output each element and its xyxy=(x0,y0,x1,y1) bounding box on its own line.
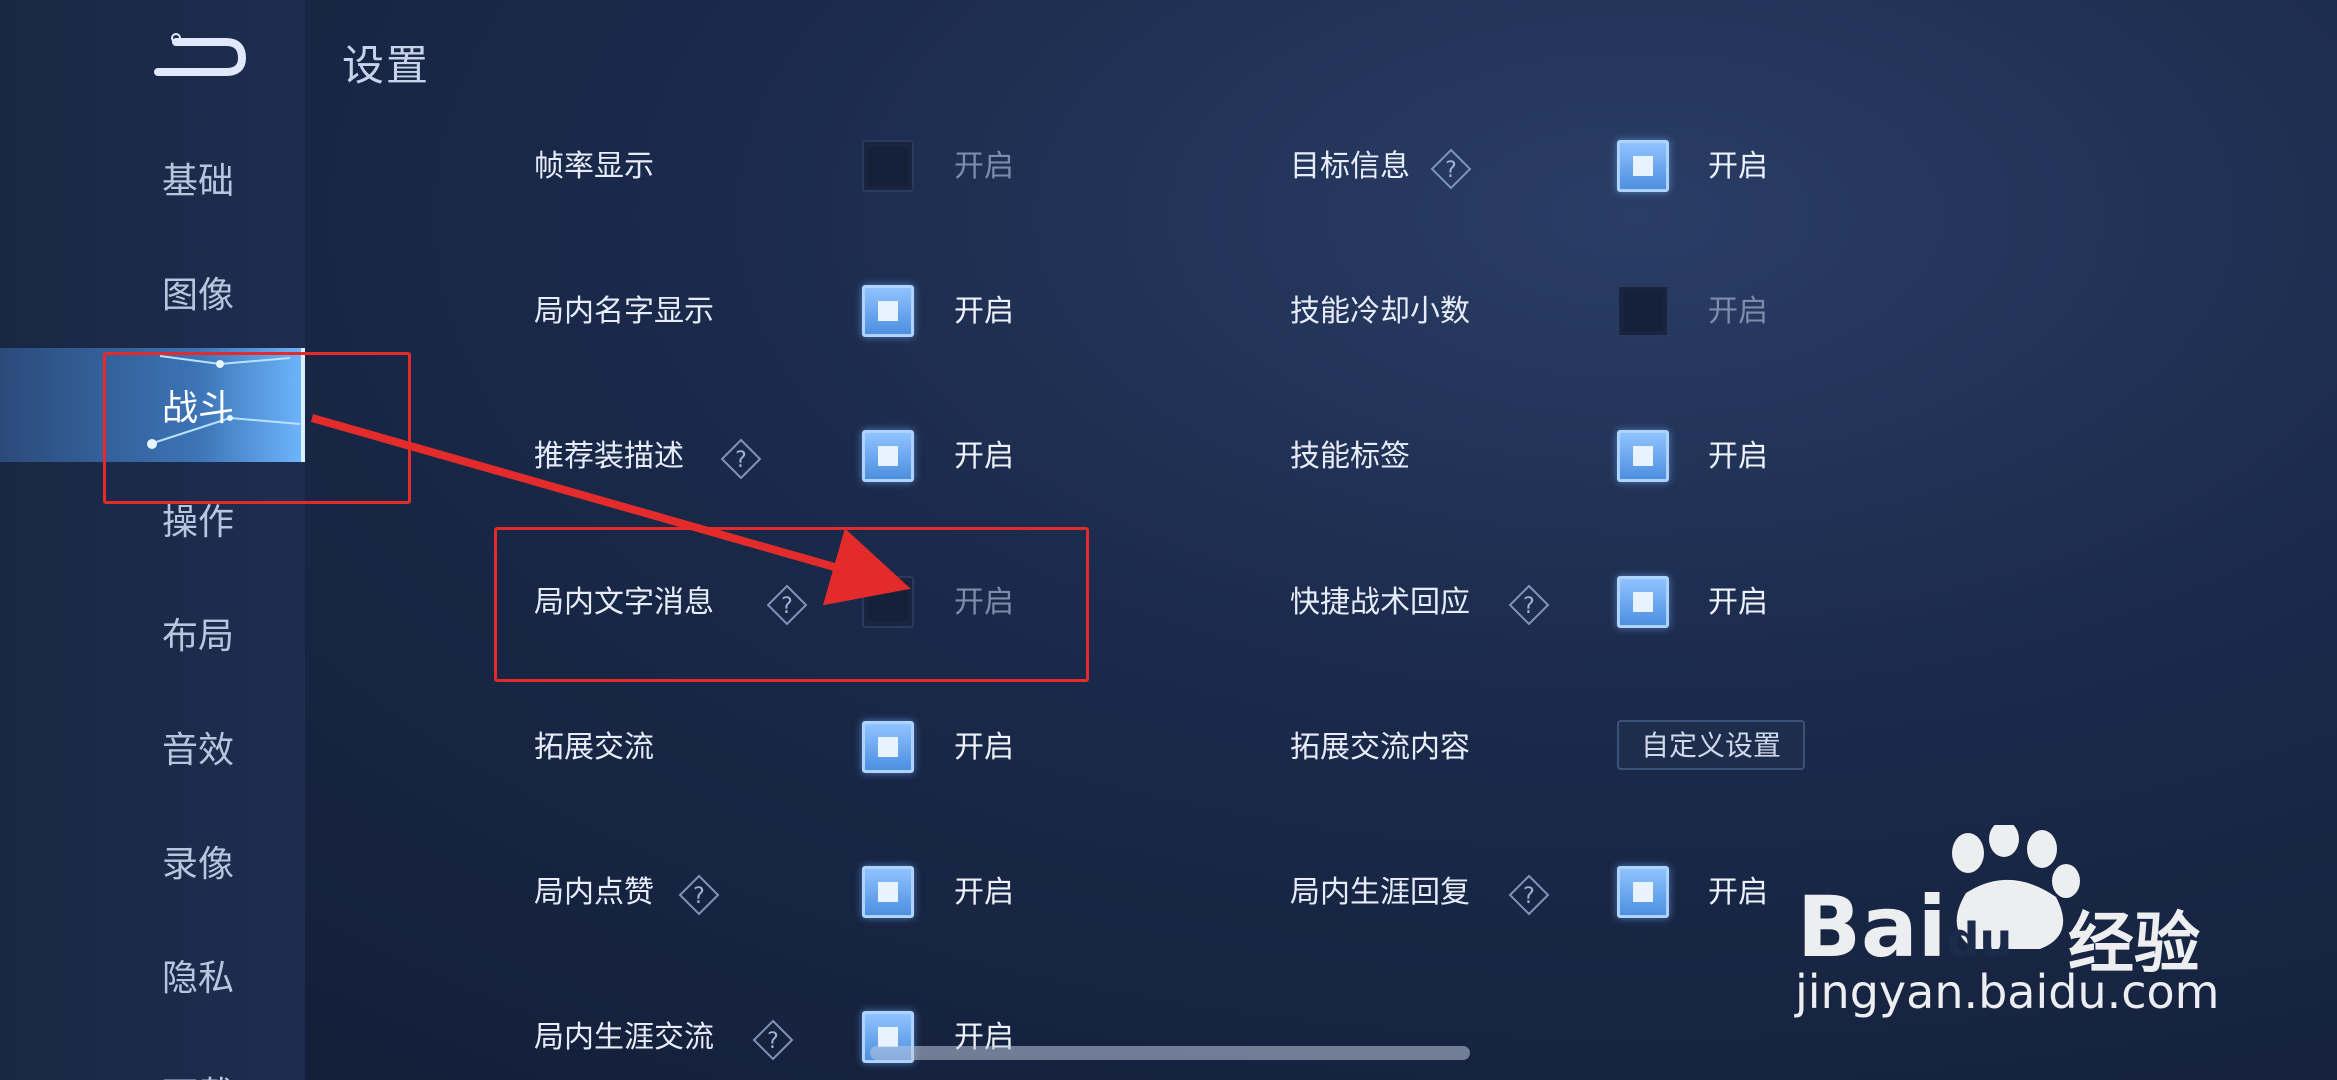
toggle-label: 开启 xyxy=(1708,439,1768,474)
baidu-brand-text: Baidu xyxy=(1797,878,2013,976)
setting-row: 技能冷却小数 开启 xyxy=(0,277,2337,347)
help-icon[interactable]: ? xyxy=(752,1019,794,1061)
toggle-label: 开启 xyxy=(954,1020,1014,1055)
watermark-url: jingyan.baidu.com xyxy=(1795,965,2220,1019)
toggle-label: 开启 xyxy=(1708,294,1768,329)
setting-label: 局内生涯回复 xyxy=(1290,875,1470,910)
scroll-indicator[interactable] xyxy=(870,1046,1470,1060)
toggle-checkbox[interactable] xyxy=(1617,140,1669,192)
setting-label: 快捷战术回应 xyxy=(1290,585,1470,620)
toggle-label: 开启 xyxy=(1708,875,1768,910)
setting-label: 拓展交流内容 xyxy=(1290,730,1470,765)
svg-text:?: ? xyxy=(767,1029,779,1054)
svg-text:?: ? xyxy=(1523,884,1535,909)
toggle-checkbox[interactable] xyxy=(1617,576,1669,628)
setting-row: 拓展交流内容 xyxy=(0,713,2337,783)
toggle-label: 开启 xyxy=(1708,585,1768,620)
annotation-arrow xyxy=(310,414,911,606)
setting-label: 局内生涯交流 xyxy=(534,1020,714,1055)
help-icon[interactable]: ? xyxy=(1508,874,1550,916)
setting-label: 技能标签 xyxy=(1290,439,1410,474)
setting-row: 目标信息? 开启 xyxy=(0,132,2337,202)
help-icon[interactable]: ? xyxy=(1430,148,1472,190)
page-title: 设置 xyxy=(342,41,431,90)
help-icon[interactable]: ? xyxy=(1508,584,1550,626)
svg-text:?: ? xyxy=(1445,158,1457,183)
sidebar-item-label: 隐私 xyxy=(162,958,235,999)
toggle-checkbox[interactable] xyxy=(1617,866,1669,918)
setting-label: 技能冷却小数 xyxy=(1290,294,1470,329)
setting-label: 目标信息 xyxy=(1290,149,1410,184)
back-icon[interactable] xyxy=(148,28,248,84)
custom-settings-button[interactable]: 自定义设置 xyxy=(1617,720,1805,770)
toggle-checkbox[interactable] xyxy=(1617,430,1669,482)
toggle-label: 开启 xyxy=(1708,149,1768,184)
toggle-checkbox[interactable] xyxy=(1617,285,1669,337)
svg-text:?: ? xyxy=(1523,594,1535,619)
